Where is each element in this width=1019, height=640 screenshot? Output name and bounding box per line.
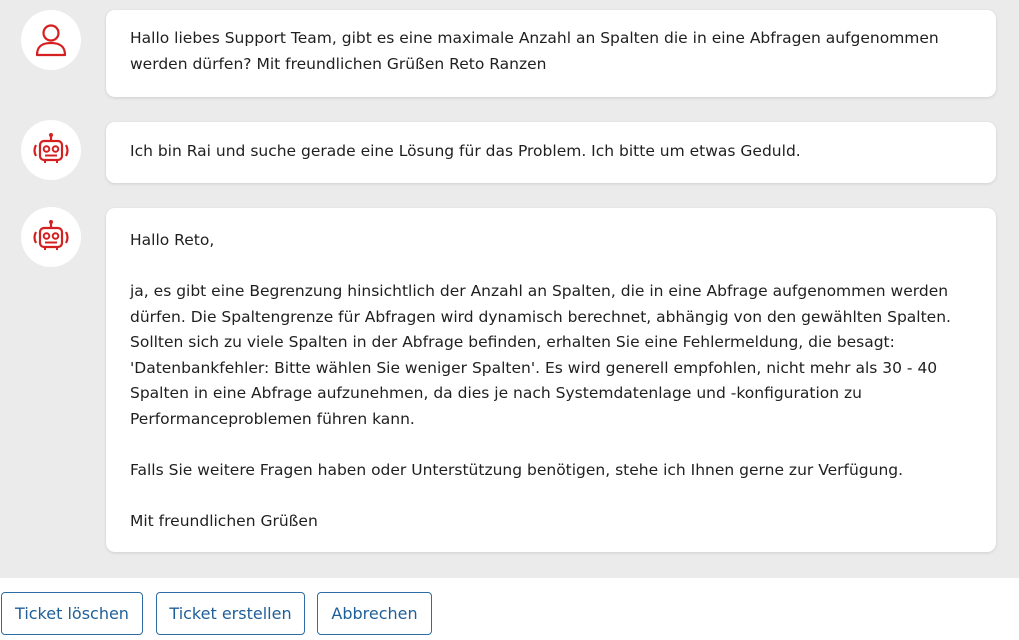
chat-history: Hallo liebes Support Team, gibt es eine … <box>0 0 1019 578</box>
action-bar: Ticket löschen Ticket erstellen Abbreche… <box>0 578 1019 640</box>
create-ticket-button[interactable]: Ticket erstellen <box>156 592 305 635</box>
message-bubble: Hallo Reto, ja, es gibt eine Begrenzung … <box>106 208 996 552</box>
message-text: Hallo liebes Support Team, gibt es eine … <box>130 29 939 73</box>
message-greeting: Hallo Reto, <box>130 231 215 249</box>
bot-avatar <box>21 207 81 267</box>
message-text: Ich bin Rai und suche gerade eine Lösung… <box>130 142 801 160</box>
message-closing: Mit freundlichen Grüßen <box>130 511 318 530</box>
user-avatar <box>21 10 81 70</box>
robot-icon <box>33 220 69 250</box>
message-bubble: Hallo liebes Support Team, gibt es eine … <box>106 10 996 97</box>
message-text: Falls Sie weitere Fragen haben oder Unte… <box>130 460 904 479</box>
bot-avatar <box>21 120 81 180</box>
cancel-button[interactable]: Abbrechen <box>317 592 432 635</box>
message-bubble: Ich bin Rai und suche gerade eine Lösung… <box>106 122 996 183</box>
robot-icon <box>33 133 69 163</box>
message-text: ja, es gibt eine Begrenzung hinsichtlich… <box>130 282 951 428</box>
delete-ticket-button[interactable]: Ticket löschen <box>1 592 143 635</box>
user-icon <box>35 24 67 57</box>
